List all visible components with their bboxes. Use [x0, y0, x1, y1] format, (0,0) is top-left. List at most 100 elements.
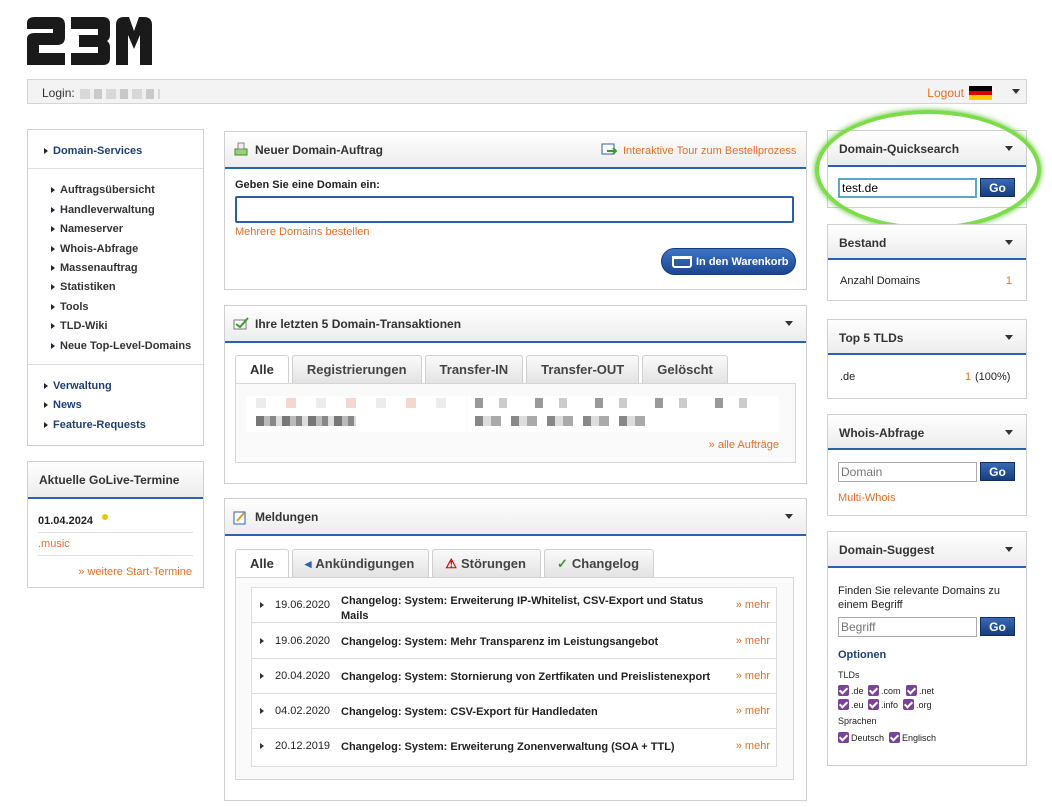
highlight-ellipse — [815, 110, 1041, 230]
nav-item-statistiken[interactable]: Statistiken — [51, 281, 116, 293]
login-bar: Login: Logout — [27, 79, 1027, 104]
nav-item-handles[interactable]: Handleverwaltung — [51, 204, 155, 216]
tld-checkbox[interactable]: .com — [868, 685, 901, 696]
golive-date: 01.04.2024 — [38, 515, 94, 527]
more-link[interactable]: » mehr — [736, 705, 770, 717]
collapse-icon[interactable] — [785, 321, 793, 326]
collapse-icon[interactable] — [1005, 430, 1013, 435]
expand-icon — [260, 673, 264, 679]
domain-count[interactable]: 1 — [1006, 275, 1012, 287]
redacted-username — [80, 89, 160, 99]
expand-icon — [260, 638, 264, 644]
languages-label: Sprachen — [838, 716, 877, 726]
tld-count[interactable]: 1 — [965, 371, 971, 383]
nav-news[interactable]: News — [44, 399, 82, 411]
tld-checkbox[interactable]: .eu — [838, 699, 864, 710]
domain-input[interactable] — [235, 196, 794, 223]
redacted-transaction — [467, 396, 779, 432]
list-item[interactable]: 20.04.2020 Changelog: System: Stornierun… — [252, 659, 776, 694]
whois-title: Whois-Abfrage — [839, 426, 925, 440]
add-to-cart-button[interactable]: In den Warenkorb — [661, 248, 796, 275]
status-dot-icon — [102, 514, 108, 520]
collapse-icon[interactable] — [785, 514, 793, 519]
tld-checkbox[interactable]: .info — [868, 699, 898, 710]
nav-item-nameserver[interactable]: Nameserver — [51, 223, 123, 235]
golive-tld-link[interactable]: .music — [38, 538, 70, 550]
more-link[interactable]: » mehr — [736, 740, 770, 752]
nav-item-massenauftrag[interactable]: Massenauftrag — [51, 262, 138, 274]
nav-item-tools[interactable]: Tools — [51, 301, 89, 313]
list-item[interactable]: 19.06.2020 Changelog: System: Erweiterun… — [252, 588, 776, 623]
tour-icon — [601, 143, 618, 157]
messages-panel: 19.06.2020 Changelog: System: Erweiterun… — [235, 577, 794, 780]
more-link[interactable]: » mehr — [736, 635, 770, 647]
tld-checkbox[interactable]: .net — [906, 685, 934, 696]
collapse-icon[interactable] — [1005, 240, 1013, 245]
new-order-box: Neuer Domain-Auftrag Interaktive Tour zu… — [224, 131, 807, 290]
collapse-icon[interactable] — [1005, 547, 1013, 552]
logout-link[interactable]: Logout — [927, 86, 964, 100]
tab-stoerungen[interactable]: ⚠ Störungen — [432, 549, 541, 577]
whois-go-button[interactable]: Go — [980, 462, 1015, 481]
expand-icon — [260, 743, 264, 749]
nav-item-whois[interactable]: Whois-Abfrage — [50, 243, 138, 255]
all-orders-link[interactable]: » alle Aufträge — [709, 439, 779, 451]
expand-icon — [260, 602, 264, 608]
megaphone-icon: ◂ — [304, 556, 312, 571]
nav-item-auftraege[interactable]: Auftragsübersicht — [51, 184, 155, 196]
suggest-input[interactable] — [838, 617, 977, 637]
redacted-transaction — [246, 396, 466, 432]
list-item[interactable]: 20.12.2019 Changelog: System: Erweiterun… — [252, 729, 776, 764]
collapse-icon[interactable] — [1005, 335, 1013, 340]
login-label: Login: — [42, 86, 75, 100]
bestand-title: Bestand — [839, 236, 887, 250]
suggest-description: Finden Sie relevante Domains zu einem Be… — [838, 585, 1001, 611]
multi-domain-link[interactable]: Mehrere Domains bestellen — [235, 226, 370, 238]
tld-checkbox[interactable]: .de — [838, 685, 864, 696]
cart-icon — [672, 256, 692, 268]
tlds-label: TLDs — [838, 670, 860, 680]
language-dropdown-icon[interactable] — [1012, 89, 1020, 94]
tld-checkbox[interactable]: .org — [903, 699, 932, 710]
messages-title: Meldungen — [255, 510, 319, 524]
order-icon — [234, 142, 248, 156]
nav-item-tld-wiki[interactable]: TLD-Wiki — [51, 320, 108, 332]
language-checkbox[interactable]: Deutsch — [838, 732, 884, 743]
more-link[interactable]: » mehr — [736, 599, 770, 611]
tab-transfer-out[interactable]: Transfer-OUT — [526, 355, 640, 383]
tour-link[interactable]: Interaktive Tour zum Bestellprozess — [623, 145, 796, 157]
tld-name: .de — [840, 371, 856, 383]
tab-changelog[interactable]: ✓ Changelog — [543, 549, 655, 577]
domain-input-label: Geben Sie eine Domain ein: — [235, 179, 380, 191]
language-checkbox[interactable]: Englisch — [889, 732, 936, 743]
multi-whois-link[interactable]: Multi-Whois — [838, 492, 895, 504]
golive-more-link[interactable]: » weitere Start-Termine — [78, 566, 192, 578]
whois-input[interactable] — [838, 462, 977, 482]
bestand-box: Bestand Anzahl Domains 1 — [827, 224, 1027, 301]
logo — [27, 17, 152, 65]
nav-item-new-tlds[interactable]: Neue Top-Level-Domains — [50, 340, 191, 352]
sidebar-nav: Domain-Services Auftragsübersicht Handle… — [27, 129, 204, 446]
transactions-icon — [233, 317, 249, 331]
tab-alle[interactable]: Alle — [235, 549, 289, 578]
golive-title: Aktuelle GoLive-Termine — [39, 473, 180, 487]
transactions-box: Ihre letzten 5 Domain-Transaktionen Alle… — [224, 305, 807, 484]
list-item[interactable]: 04.02.2020 Changelog: System: CSV-Export… — [252, 694, 776, 729]
tab-transfer-in[interactable]: Transfer-IN — [424, 355, 524, 383]
suggest-go-button[interactable]: Go — [980, 617, 1015, 636]
transactions-panel: » alle Aufträge — [235, 383, 796, 463]
tab-alle[interactable]: Alle — [235, 355, 289, 384]
more-link[interactable]: » mehr — [736, 670, 770, 682]
tab-registrierungen[interactable]: Registrierungen — [291, 355, 422, 383]
golive-box: Aktuelle GoLive-Termine 01.04.2024 .musi… — [27, 461, 204, 588]
nav-domain-services[interactable]: Domain-Services — [43, 145, 142, 157]
expand-icon — [260, 708, 264, 714]
nav-verwaltung[interactable]: Verwaltung — [44, 380, 112, 392]
warning-icon: ⚠ — [445, 556, 457, 571]
de-flag-icon[interactable] — [969, 86, 992, 101]
nav-feature-requests[interactable]: Feature-Requests — [44, 419, 146, 431]
list-item[interactable]: 19.06.2020 Changelog: System: Mehr Trans… — [252, 624, 776, 659]
tab-geloescht[interactable]: Gelöscht — [642, 355, 728, 383]
check-icon: ✓ — [556, 556, 568, 571]
tab-ankuendigungen[interactable]: ◂ Ankündigungen — [291, 549, 430, 577]
